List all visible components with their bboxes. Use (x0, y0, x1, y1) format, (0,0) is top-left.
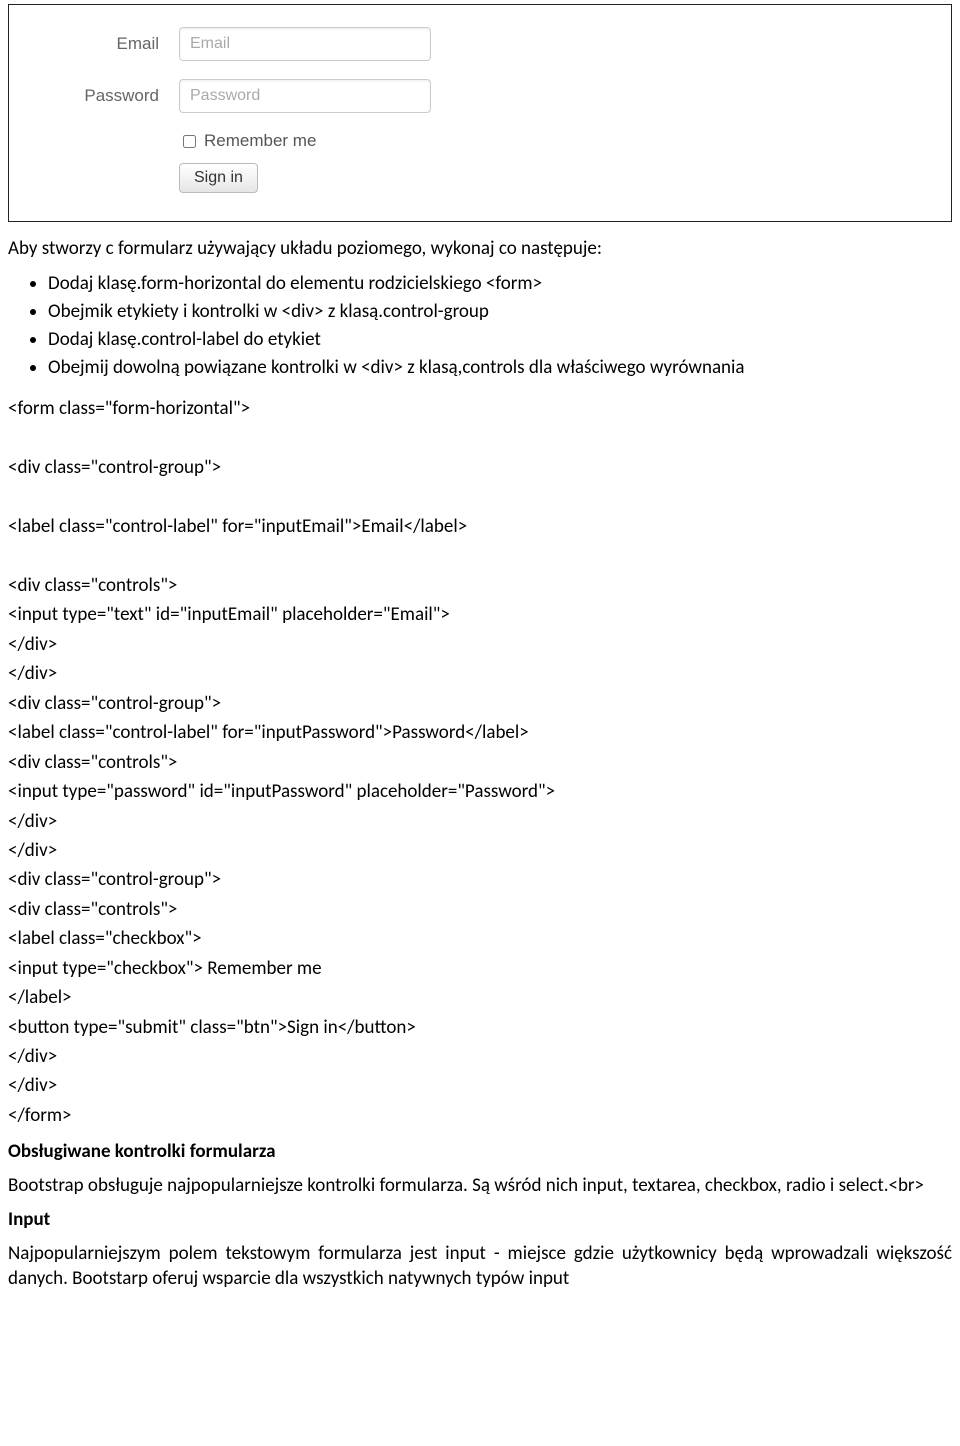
list-item: Dodaj klasę.control-label do etykiet (48, 327, 952, 352)
section-paragraph: Bootstrap obsługuje najpopularniejsze ko… (8, 1173, 952, 1198)
input-heading: Input (8, 1208, 952, 1231)
sign-in-button[interactable]: Sign in (179, 163, 258, 193)
code-example: <form class="form-horizontal"> <div clas… (8, 394, 952, 1130)
password-row: Password (54, 79, 906, 113)
password-label: Password (54, 86, 159, 106)
remember-me-checkbox[interactable] (183, 135, 196, 148)
list-item: Obejmij dowolną powiązane kontrolki w <d… (48, 355, 952, 380)
intro-paragraph: Aby stworzy c formularz używający układu… (8, 236, 952, 261)
remember-me-label[interactable]: Remember me (179, 131, 906, 151)
form-controls: Remember me Sign in (179, 131, 906, 193)
instructions-list: Dodaj klasę.form-horizontal do elementu … (48, 271, 952, 380)
email-label: Email (54, 34, 159, 54)
email-field[interactable] (179, 27, 431, 61)
password-field[interactable] (179, 79, 431, 113)
remember-me-text: Remember me (204, 131, 316, 151)
input-paragraph: Najpopularniejszym polem tekstowym formu… (8, 1241, 952, 1291)
email-row: Email (54, 27, 906, 61)
list-item: Dodaj klasę.form-horizontal do elementu … (48, 271, 952, 296)
login-form-screenshot: Email Password Remember me Sign in (8, 4, 952, 222)
list-item: Obejmik etykiety i kontrolki w <div> z k… (48, 299, 952, 324)
section-heading-controls: Obsługiwane kontrolki formularza (8, 1140, 952, 1163)
